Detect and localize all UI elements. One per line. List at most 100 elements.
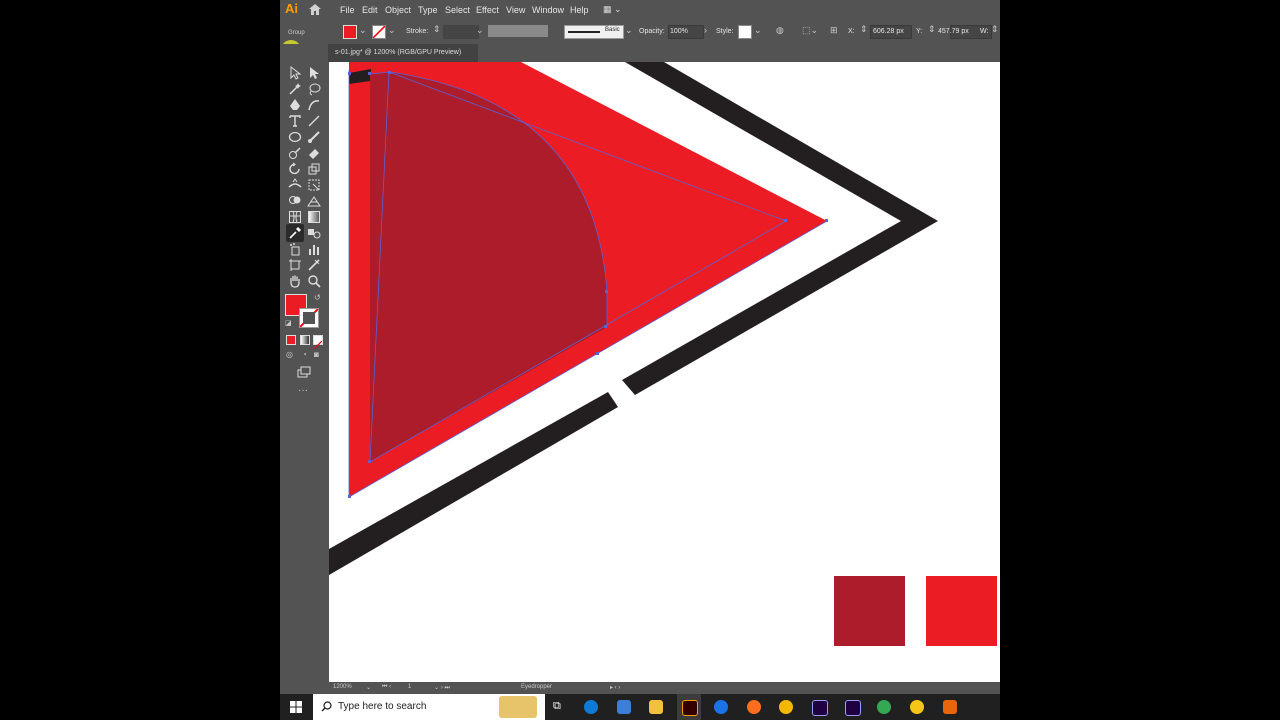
control-bar: Group ⌄ ⌄ Stroke: ⇕ ⌄ Basic ⌄ Opacity: 1… [280, 20, 1000, 60]
swap-fill-stroke-icon[interactable]: ↺ [314, 293, 321, 302]
type-tool-icon[interactable] [288, 114, 302, 128]
recolor-artwork-icon[interactable]: ◍ [776, 25, 784, 36]
mesh-tool-icon[interactable] [288, 210, 302, 224]
app-icon[interactable] [910, 700, 924, 714]
artboard-tool-icon[interactable] [288, 258, 302, 272]
line-segment-tool-icon[interactable] [307, 114, 321, 128]
style-dropdown-icon[interactable]: ⌄ [754, 25, 762, 36]
menu-help[interactable]: Help [570, 5, 589, 15]
shape-builder-tool-icon[interactable] [288, 194, 302, 208]
y-stepper-icon[interactable]: ⇕ [928, 24, 936, 35]
none-mode-icon[interactable] [313, 335, 323, 350]
premiere-icon[interactable] [845, 700, 861, 716]
paintbrush-tool-icon[interactable] [307, 130, 321, 144]
menu-object[interactable]: Object [385, 5, 411, 15]
zoom-tool-icon[interactable] [307, 274, 321, 288]
x-stepper-icon[interactable]: ⇕ [860, 24, 868, 35]
after-effects-icon[interactable] [812, 700, 828, 716]
lasso-tool-icon[interactable] [307, 82, 321, 96]
edit-toolbar-icon[interactable]: ··· [298, 385, 308, 396]
pen-tool-icon[interactable] [288, 98, 302, 112]
stroke-color-icon[interactable] [299, 308, 319, 328]
menu-edit[interactable]: Edit [362, 5, 378, 15]
menu-window[interactable]: Window [532, 5, 564, 15]
graphic-style-swatch[interactable] [738, 25, 752, 39]
file-explorer-icon[interactable] [649, 700, 663, 714]
ellipse-tool-icon[interactable] [288, 130, 302, 144]
status-menu-icon[interactable]: ▸ ‹ › [610, 684, 620, 691]
selection-tool-icon[interactable] [288, 66, 302, 80]
tools-panel: ↺ ◪ ◎ ◔ ◙ ··· [280, 44, 328, 684]
eyedropper-tool-icon[interactable] [288, 226, 302, 240]
store-icon[interactable] [617, 700, 631, 714]
fill-dropdown-icon[interactable]: ⌄ [359, 25, 367, 36]
task-view-icon[interactable]: ⧉ [553, 700, 561, 713]
y-value: 457.79 px [938, 28, 969, 35]
blend-tool-icon[interactable] [307, 226, 321, 240]
stroke-color-swatch[interactable] [372, 25, 386, 39]
menu-type[interactable]: Type [418, 5, 438, 15]
edge-browser-icon[interactable] [584, 700, 598, 714]
prev-artboard-icon[interactable]: ⏮ ‹ [382, 684, 391, 691]
zoom-dropdown-icon[interactable]: ⌄ [366, 684, 371, 691]
stroke-weight-input[interactable] [443, 25, 479, 39]
menu-effect[interactable]: Effect [476, 5, 499, 15]
recorder-icon[interactable] [943, 700, 957, 714]
menu-view[interactable]: View [506, 5, 525, 15]
artboard-canvas[interactable] [329, 62, 1000, 682]
menu-file[interactable]: File [340, 5, 355, 15]
eraser-tool-icon[interactable] [307, 146, 321, 160]
align-to-icon[interactable]: ⬚⌄ [802, 25, 818, 36]
taskbar-search-box[interactable]: Type here to search [313, 694, 545, 720]
windows-start-icon[interactable] [290, 701, 302, 713]
stroke-weight-dropdown-icon[interactable]: ⌄ [476, 25, 484, 36]
style-label: Style: [716, 28, 734, 35]
magic-wand-tool-icon[interactable] [288, 82, 302, 96]
perspective-grid-tool-icon[interactable] [307, 194, 321, 208]
gradient-tool-icon[interactable] [307, 210, 321, 224]
windows-taskbar: Type here to search ⧉ [280, 694, 1000, 720]
change-screen-mode-icon[interactable] [297, 366, 311, 380]
canary-icon[interactable] [779, 700, 793, 714]
slice-tool-icon[interactable] [307, 258, 321, 272]
color-mode-icon[interactable] [286, 335, 296, 345]
rotate-tool-icon[interactable] [288, 162, 302, 176]
brush-dropdown-icon[interactable]: ⌄ [625, 25, 633, 36]
symbol-sprayer-tool-icon[interactable] [288, 242, 302, 256]
stroke-stepper-icon[interactable]: ⇕ [433, 24, 441, 35]
width-tool-icon[interactable] [288, 178, 302, 192]
artboard-number[interactable]: 1 [408, 684, 411, 690]
firefox-icon[interactable] [747, 700, 761, 714]
column-graph-tool-icon[interactable] [307, 242, 321, 256]
curvature-tool-icon[interactable] [307, 98, 321, 112]
illustrator-taskbar-icon[interactable] [682, 700, 698, 716]
hand-tool-icon[interactable] [288, 274, 302, 288]
zoom-level[interactable]: 1200% [333, 684, 352, 690]
w-stepper-icon[interactable]: ⇕ [991, 24, 999, 35]
scale-tool-icon[interactable] [307, 162, 321, 176]
next-artboard-icon[interactable]: ⌄ › ⏭ [434, 684, 450, 692]
document-tab[interactable]: s-01.jpg* @ 1200% (RGB/GPU Preview) [328, 44, 478, 62]
default-fill-stroke-icon[interactable]: ◪ [285, 319, 292, 327]
chrome-profile-icon[interactable] [877, 700, 891, 714]
x-value: 606.28 px [873, 28, 904, 35]
gradient-mode-icon[interactable] [300, 335, 310, 345]
search-highlight-illustration [499, 696, 537, 718]
chrome-icon[interactable] [714, 700, 728, 714]
free-transform-tool-icon[interactable] [307, 178, 321, 192]
draw-behind-icon[interactable]: ◔ [302, 350, 307, 359]
transform-reference-icon[interactable]: ⊞ [830, 25, 838, 36]
opacity-arrow-icon[interactable]: › [704, 25, 707, 35]
variable-width-profile[interactable] [488, 25, 548, 37]
workspace-switcher-icon[interactable]: ▦ ⌄ [603, 4, 622, 15]
draw-inside-icon[interactable]: ◙ [314, 350, 319, 359]
direct-selection-tool-icon[interactable] [307, 66, 321, 80]
illustrator-window: Ai File Edit Object Type Select Effect V… [280, 0, 1000, 720]
stroke-dropdown-icon[interactable]: ⌄ [388, 25, 396, 36]
shaper-tool-icon[interactable] [288, 146, 302, 160]
w-label: W: [980, 28, 989, 35]
fill-color-swatch[interactable] [343, 25, 357, 39]
home-icon[interactable] [309, 4, 321, 15]
menu-select[interactable]: Select [445, 5, 470, 15]
drawing-modes-icon[interactable]: ◎ [286, 350, 293, 359]
